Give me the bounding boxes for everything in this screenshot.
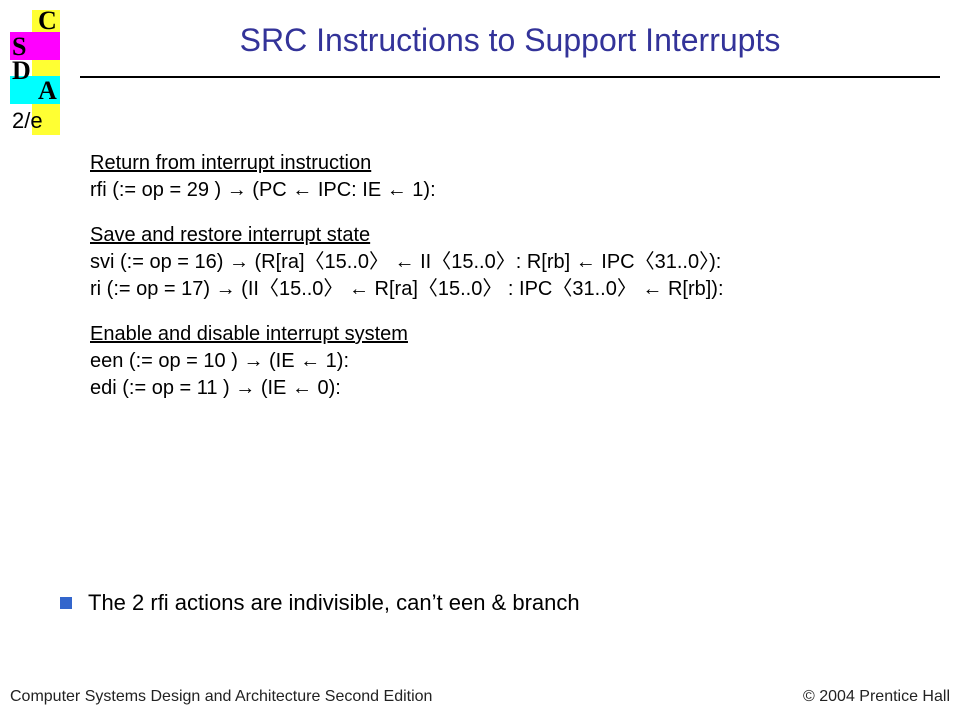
- book-logo: C S D A 2/e: [10, 10, 60, 135]
- footer-right: © 2004 Prentice Hall: [803, 688, 950, 706]
- slide: C S D A 2/e SRC Instructions to Support …: [0, 0, 960, 720]
- section-1-line-1: rfi (:= op = 29 ) → (PC ← IPC: IE ← 1):: [90, 177, 910, 204]
- section-1-heading: Return from interrupt instruction: [90, 150, 910, 177]
- title-divider: [80, 76, 940, 78]
- section-3-heading: Enable and disable interrupt system: [90, 321, 910, 348]
- section-3-line-1: een (:= op = 10 ) → (IE ← 1):: [90, 348, 910, 375]
- slide-body: Return from interrupt instruction rfi (:…: [90, 150, 910, 402]
- logo-letter-d: D: [12, 58, 31, 84]
- page-title: SRC Instructions to Support Interrupts: [80, 22, 940, 59]
- slide-footer: Computer Systems Design and Architecture…: [10, 688, 950, 706]
- logo-letter-c: C: [38, 8, 57, 34]
- bullet-row: The 2 rfi actions are indivisible, can’t…: [60, 590, 580, 616]
- footer-left: Computer Systems Design and Architecture…: [10, 688, 432, 706]
- section-2-line-1: svi (:= op = 16) → (R[ra]〈15..0〉 ← II〈15…: [90, 249, 910, 276]
- section-2-heading: Save and restore interrupt state: [90, 222, 910, 249]
- logo-edition: 2/e: [12, 110, 43, 132]
- section-2-line-2: ri (:= op = 17) → (II〈15..0〉 ← R[ra]〈15.…: [90, 276, 910, 303]
- bullet-icon: [60, 597, 72, 609]
- section-3-line-2: edi (:= op = 11 ) → (IE ← 0):: [90, 375, 910, 402]
- bullet-text: The 2 rfi actions are indivisible, can’t…: [88, 590, 580, 616]
- logo-letter-a: A: [38, 78, 57, 104]
